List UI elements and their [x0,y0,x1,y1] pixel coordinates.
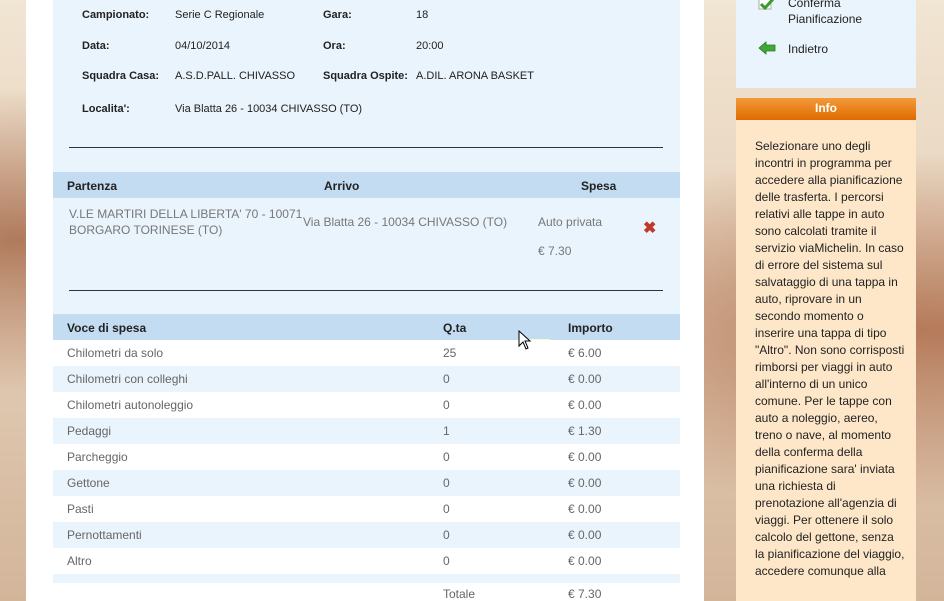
right-border [680,0,704,601]
total-row: Totale € 7.30 [53,583,680,601]
cost-table-header: Voce di spesa Q.ta Importo [53,314,680,340]
col-partenza: Partenza [67,179,118,193]
squadra-ospite-label: Squadra Ospite: [323,70,408,82]
ora-value: 20:00 [416,40,444,52]
cost-importo: € 0.00 [568,528,602,542]
trip-table-header: Partenza Arrivo Spesa [53,172,680,198]
confirm-label-line1: Conferma [788,0,841,10]
table-row: Chilometri autonoleggio 0 € 0.00 [53,392,680,418]
green-arrow-left-icon [758,41,776,55]
cost-voce: Parcheggio [67,450,128,464]
table-row: Pasti 0 € 0.00 [53,496,680,522]
cost-voce: Chilometri con colleghi [67,372,188,386]
info-text: Selezionare uno degli incontri in progra… [755,139,905,578]
data-value: 04/10/2014 [175,40,231,52]
gara-value: 18 [416,9,429,21]
info-title: Info [736,98,916,120]
divider [69,290,663,291]
col-importo: Importo [568,321,613,335]
table-row: Pedaggi 1 € 1.30 [53,418,680,444]
cost-importo: € 0.00 [568,398,602,412]
ora-label: Ora: [323,40,346,52]
mouse-cursor-icon [518,330,532,350]
cost-qta[interactable]: 0 [443,450,450,464]
cost-voce: Pedaggi [67,424,112,438]
total-label: Totale [443,587,476,601]
col-qta: Q.ta [443,321,467,335]
left-border [26,0,53,601]
squadra-casa-label: Squadra Casa: [82,70,160,82]
data-label: Data: [82,40,110,52]
col-arrivo: Arrivo [324,179,360,193]
divider [69,147,663,148]
cost-qta[interactable]: 0 [443,528,450,542]
delete-icon[interactable]: ✖ [643,221,657,237]
partenza-line2: BORGARO TORINESE (TO) [69,223,223,237]
cost-importo: € 0.00 [568,554,602,568]
table-row: Parcheggio 0 € 0.00 [53,444,680,470]
cost-importo: € 0.00 [568,502,602,516]
info-panel: Info Selezionare uno degli incontri in p… [736,98,916,601]
cost-importo: € 6.00 [568,346,602,360]
cost-qta[interactable]: 1 [443,424,450,438]
cost-voce: Pernottamenti [67,528,142,542]
cost-importo: € 0.00 [568,372,602,386]
cost-voce: Altro [67,554,92,568]
squadra-ospite-value: A.DIL. ARONA BASKET [416,70,534,82]
table-row: Pernottamenti 0 € 0.00 [53,522,680,548]
cost-qta[interactable]: 0 [443,502,450,516]
table-row: Chilometri da solo 25 € 6.00 [53,340,680,366]
cost-qta[interactable]: 25 [443,346,456,360]
cost-importo: € 0.00 [568,476,602,490]
localita-value: Via Blatta 26 - 10034 CHIVASSO (TO) [175,103,363,115]
table-row: Altro 0 € 0.00 [53,548,680,574]
trip-row: V.LE MARTIRI DELLA LIBERTA' 70 - 10071 B… [53,197,680,269]
cost-qta[interactable]: 0 [443,372,450,386]
cost-voce: Pasti [67,502,94,516]
cost-voce: Chilometri da solo [67,346,164,360]
main-panel: Campionato: Serie C Regionale Gara: 18 D… [53,0,680,601]
squadra-casa-value: A.S.D.PALL. CHIVASSO [175,70,296,82]
gara-label: Gara: [323,9,352,21]
arrivo-value: Via Blatta 26 - 10034 CHIVASSO (TO) [303,215,508,229]
total-value: € 7.30 [568,587,602,601]
cost-voce: Chilometri autonoleggio [67,398,194,412]
actions-panel: Conferma Pianificazione Indietro [736,0,916,88]
spesa-value: € 7.30 [538,244,572,258]
cost-importo: € 1.30 [568,424,602,438]
cost-qta[interactable]: 0 [443,476,450,490]
localita-label: Localita': [82,103,130,115]
col-voce: Voce di spesa [67,321,147,335]
table-row: Chilometri con colleghi 0 € 0.00 [53,366,680,392]
partenza-line1: V.LE MARTIRI DELLA LIBERTA' 70 - 10071 [69,207,303,221]
mezzo-value: Auto privata [538,215,603,229]
col-spesa: Spesa [581,179,617,193]
campionato-label: Campionato: [82,9,150,21]
campionato-value: Serie C Regionale [175,9,265,21]
cost-voce: Gettone [67,476,110,490]
confirm-label-line2: Pianificazione [788,12,863,26]
table-row: Gettone 0 € 0.00 [53,470,680,496]
green-check-icon [758,0,775,11]
back-label: Indietro [788,42,829,56]
cost-qta[interactable]: 0 [443,554,450,568]
cost-qta[interactable]: 0 [443,398,450,412]
cost-importo: € 0.00 [568,450,602,464]
